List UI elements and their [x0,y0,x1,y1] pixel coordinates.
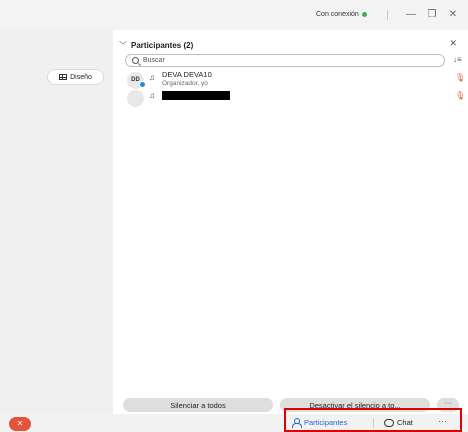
panel-title: Participantes (2) [131,40,194,50]
video-area: Diseño [0,30,113,414]
panel-header: ﹀ Participantes (2) ✕ [119,38,461,52]
participants-panel: ﹀ Participantes (2) ✕ ↓≡ DD ♫ DEVA DEVA1… [113,30,468,414]
participants-tab-label: Participantes [304,418,348,427]
connection-status-label: Con conexión [316,11,359,18]
mute-all-button[interactable]: Silenciar a todos [123,398,273,412]
leave-meeting-button[interactable]: ✕ [9,417,31,431]
tab-divider [373,418,374,428]
microphone-muted-icon[interactable]: 🎙 [455,73,465,82]
search-icon [132,57,139,64]
audio-connection-icon: ♫ [149,73,155,82]
connection-status: Con conexión [316,11,367,18]
participant-row[interactable]: ♫ 🎙 [125,88,465,110]
chat-bubble-icon [384,418,394,427]
participants-tab[interactable]: Participantes [292,418,348,428]
microphone-muted-icon[interactable]: 🎙 [455,91,465,100]
redacted-participant-name [162,91,230,100]
person-icon [292,418,302,428]
connection-status-dot-icon [361,12,367,17]
participant-name: DEVA DEVA10 [162,70,212,79]
chat-tab[interactable]: Chat [384,418,413,427]
avatar [127,90,144,107]
search-input[interactable] [143,57,433,64]
layout-button-label: Diseño [70,73,92,81]
more-toolbar-button[interactable]: ··· [438,416,447,426]
title-bar: Con conexión — ❐ ✕ [0,0,468,30]
search-field[interactable] [125,54,445,67]
avatar-status-icon [139,81,146,88]
close-window-button[interactable]: ✕ [444,6,462,24]
close-panel-button[interactable]: ✕ [449,38,457,49]
layout-button[interactable]: Diseño [47,69,104,85]
chat-tab-label: Chat [397,418,413,427]
grid-layout-icon [59,74,68,80]
chevron-down-icon[interactable]: ﹀ [119,40,131,51]
audio-connection-icon: ♫ [149,91,155,100]
restore-button[interactable]: ❐ [423,6,441,24]
sort-icon[interactable]: ↓≡ [453,55,462,64]
participant-role: Organizador, yo [162,80,208,87]
titlebar-divider [387,10,388,20]
minimize-button[interactable]: — [402,6,420,24]
